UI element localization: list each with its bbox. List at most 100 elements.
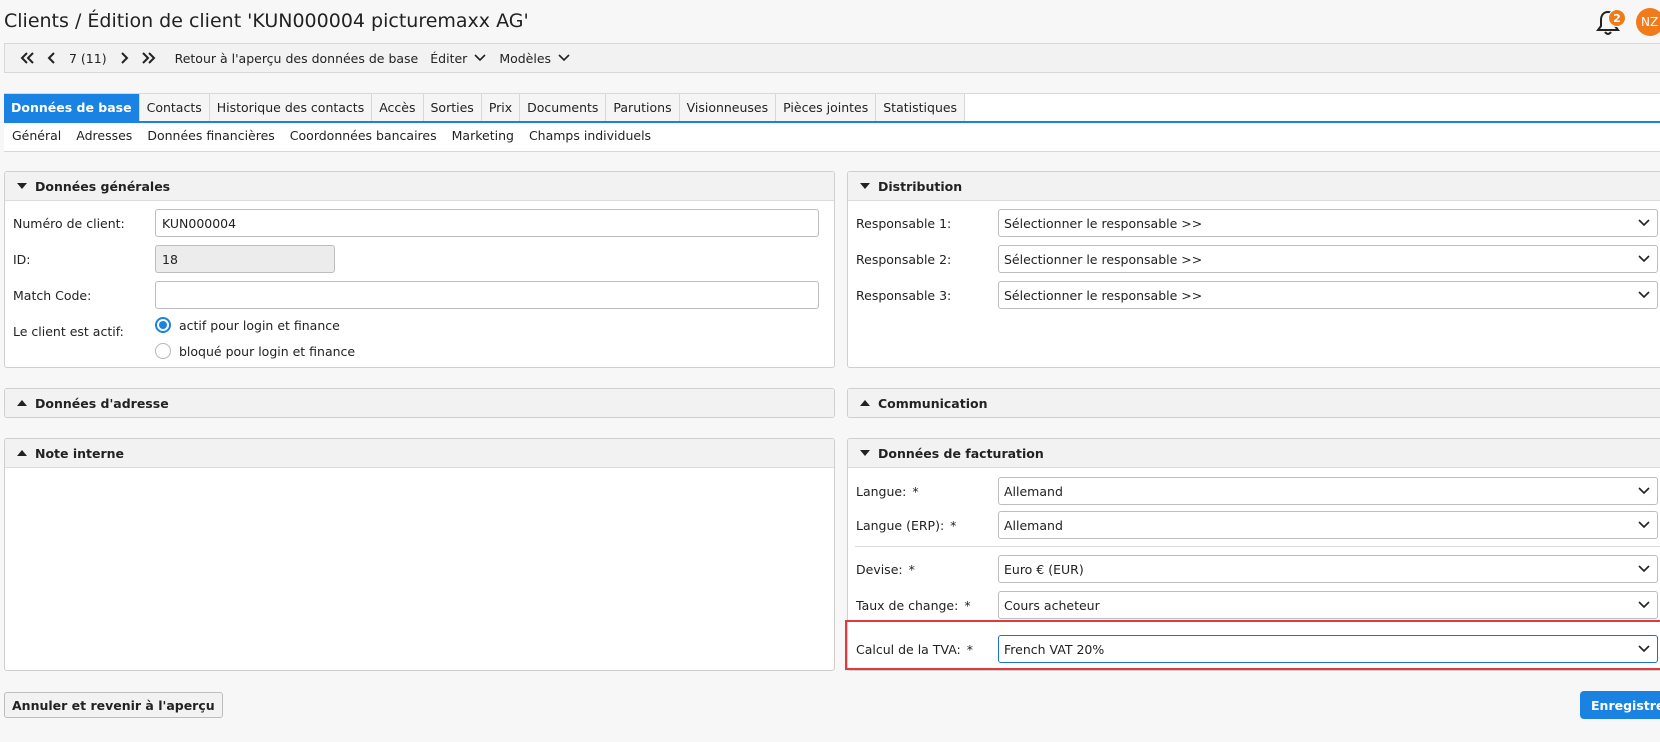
chevron-down-icon: [474, 54, 486, 62]
chevron-down-icon: [558, 54, 570, 62]
tab-statistics[interactable]: Statistiques: [876, 94, 966, 121]
cancel-button[interactable]: Annuler et revenir à l'aperçu: [4, 692, 223, 718]
language-label: Langue: *: [856, 484, 919, 499]
responsible-1-select[interactable]: Sélectionner le responsable >>: [998, 209, 1658, 237]
chevron-left-icon: [47, 52, 55, 64]
chevron-down-icon: [1638, 255, 1650, 263]
chevron-down-icon: [1638, 487, 1650, 495]
last-record-button[interactable]: [135, 45, 163, 71]
avatar[interactable]: NZ: [1636, 8, 1660, 36]
tab-access[interactable]: Accès: [372, 94, 424, 121]
chevron-down-icon: [1638, 565, 1650, 573]
client-number-input[interactable]: KUN000004: [155, 209, 819, 237]
language-value: Allemand: [1004, 483, 1063, 499]
distribution-header[interactable]: Distribution: [848, 172, 1660, 201]
general-data-header[interactable]: Données générales: [5, 172, 834, 201]
address-data-header[interactable]: Données d'adresse: [5, 389, 834, 417]
subtab-custom-fields[interactable]: Champs individuels: [529, 128, 651, 143]
internal-note-panel: Note interne: [4, 438, 835, 671]
exchange-rate-select[interactable]: Cours acheteur: [998, 591, 1658, 619]
next-record-button[interactable]: [113, 45, 135, 71]
back-to-overview-button[interactable]: Retour à l'aperçu des données de base: [169, 45, 425, 71]
double-chevron-right-icon: [141, 52, 156, 64]
tab-contact-history[interactable]: Historique des contacts: [209, 94, 373, 121]
chevron-down-icon: [1638, 601, 1650, 609]
required-mark: *: [912, 484, 919, 499]
communication-panel: Communication: [847, 388, 1660, 418]
exchange-rate-value: Cours acheteur: [1004, 597, 1100, 613]
required-mark: *: [950, 518, 957, 533]
address-data-panel: Données d'adresse: [4, 388, 835, 418]
general-data-panel: Données générales Numéro de client: KUN0…: [4, 171, 835, 368]
tab-publications[interactable]: Parutions: [606, 94, 680, 121]
record-toolbar: 7 (11) Retour à l'aperçu des données de …: [4, 43, 1660, 73]
tab-prices[interactable]: Prix: [481, 94, 521, 121]
subtab-general[interactable]: Général: [12, 128, 61, 143]
notification-badge: 2: [1608, 9, 1626, 27]
record-position: 7 (11): [69, 50, 107, 66]
subtab-marketing[interactable]: Marketing: [452, 128, 514, 143]
tab-base-data[interactable]: Données de base: [4, 94, 140, 121]
tab-attachments[interactable]: Pièces jointes: [776, 94, 877, 121]
responsible-3-value: Sélectionner le responsable >>: [1004, 287, 1203, 303]
sub-tabs: Général Adresses Données financières Coo…: [12, 128, 651, 143]
currency-label: Devise: *: [856, 562, 915, 577]
language-select[interactable]: Allemand: [998, 477, 1658, 505]
radio-active-option[interactable]: actif pour login et finance: [155, 317, 340, 333]
currency-label-text: Devise:: [856, 562, 903, 577]
templates-menu-button[interactable]: Modèles: [493, 45, 577, 71]
exchange-rate-label-text: Taux de change:: [856, 598, 959, 613]
match-code-input[interactable]: [155, 281, 819, 309]
tab-contacts[interactable]: Contacts: [139, 94, 210, 121]
distribution-panel: Distribution Responsable 1: Sélectionner…: [847, 171, 1660, 368]
language-label-text: Langue:: [856, 484, 907, 499]
radio-blocked[interactable]: [155, 343, 171, 359]
responsible-3-select[interactable]: Sélectionner le responsable >>: [998, 281, 1658, 309]
language-erp-label: Langue (ERP): *: [856, 518, 956, 533]
main-tabs: Données de base Contacts Historique des …: [4, 94, 1660, 123]
tab-viewers[interactable]: Visionneuses: [679, 94, 777, 121]
expand-triangle-icon: [17, 400, 27, 406]
chevron-down-icon: [1638, 521, 1650, 529]
edit-menu-label: Éditer: [430, 50, 468, 66]
tab-area: Données de base Contacts Historique des …: [4, 93, 1660, 152]
internal-note-title: Note interne: [35, 445, 125, 461]
language-erp-value: Allemand: [1004, 517, 1063, 533]
communication-header[interactable]: Communication: [848, 389, 1660, 417]
billing-divider: [855, 546, 1660, 547]
language-erp-select[interactable]: Allemand: [998, 511, 1658, 539]
client-active-label: Le client est actif:: [13, 324, 124, 339]
radio-blocked-option[interactable]: bloqué pour login et finance: [155, 343, 355, 359]
collapse-triangle-icon: [17, 183, 27, 189]
required-mark: *: [908, 562, 915, 577]
internal-note-header[interactable]: Note interne: [5, 439, 834, 468]
billing-data-title: Données de facturation: [878, 445, 1044, 461]
client-number-label: Numéro de client:: [13, 216, 125, 231]
general-data-title: Données générales: [35, 178, 171, 194]
responsible-1-value: Sélectionner le responsable >>: [1004, 215, 1203, 231]
previous-record-button[interactable]: [41, 45, 63, 71]
billing-data-header[interactable]: Données de facturation: [848, 439, 1660, 468]
address-data-title: Données d'adresse: [35, 395, 169, 411]
chevron-right-icon: [120, 52, 129, 64]
chevron-down-icon: [1638, 219, 1650, 227]
subtab-addresses[interactable]: Adresses: [76, 128, 132, 143]
responsible-2-select[interactable]: Sélectionner le responsable >>: [998, 245, 1658, 273]
edit-menu-button[interactable]: Éditer: [424, 45, 493, 71]
currency-select[interactable]: Euro € (EUR): [998, 555, 1658, 583]
id-label: ID:: [13, 252, 31, 267]
first-record-button[interactable]: [13, 45, 41, 71]
match-code-label: Match Code:: [13, 288, 92, 303]
id-field: 18: [155, 245, 335, 273]
tab-outputs[interactable]: Sorties: [423, 94, 482, 121]
responsible-1-label: Responsable 1:: [856, 216, 952, 231]
subtab-financial-data[interactable]: Données financières: [147, 128, 274, 143]
double-chevron-left-icon: [20, 52, 34, 64]
distribution-title: Distribution: [878, 178, 963, 194]
save-button[interactable]: Enregistrer: [1580, 691, 1660, 719]
radio-active[interactable]: [155, 317, 171, 333]
page-title: Clients / Édition de client 'KUN000004 p…: [4, 10, 529, 32]
tab-documents[interactable]: Documents: [520, 94, 607, 121]
subtab-bank-details[interactable]: Coordonnées bancaires: [290, 128, 437, 143]
radio-blocked-label: bloqué pour login et finance: [179, 343, 356, 359]
